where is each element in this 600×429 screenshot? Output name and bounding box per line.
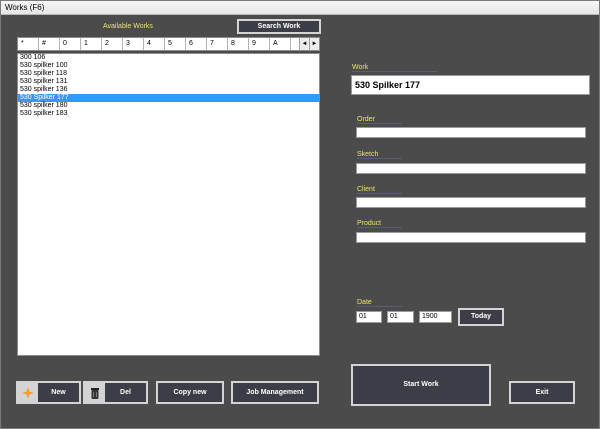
tab-7[interactable]: 7 (207, 38, 228, 50)
exit-button[interactable]: Exit (509, 381, 575, 404)
list-item[interactable]: 300 106 (18, 54, 319, 62)
scroll-right-arrow-icon[interactable]: ► (309, 38, 319, 50)
tab-scroll-arrows: ◄ ► (299, 38, 319, 50)
date-month-field[interactable]: 01 (387, 311, 414, 323)
work-field[interactable]: 530 Spilker 177 (351, 75, 590, 95)
list-item[interactable]: 530 spilker 118 (18, 70, 319, 78)
date-label: Date (357, 299, 372, 306)
client-label-underline (357, 193, 402, 194)
tab-star[interactable]: * (18, 38, 39, 50)
copy-new-button[interactable]: Copy new (156, 381, 224, 404)
tab-hash[interactable]: # (39, 38, 60, 50)
date-label-underline (357, 306, 402, 307)
sketch-label-underline (357, 158, 402, 159)
date-day-field[interactable]: 01 (356, 311, 382, 323)
alphabet-tab-bar: * # 0 1 2 3 4 5 6 7 8 9 A ◄ ► (17, 37, 320, 51)
works-list[interactable]: 300 106 530 spilker 100 530 spilker 118 … (17, 53, 320, 356)
available-works-label: Available Works (103, 23, 153, 30)
del-button-label: Del (120, 389, 131, 396)
tab-6[interactable]: 6 (186, 38, 207, 50)
sketch-label: Sketch (357, 151, 379, 158)
start-work-button[interactable]: Start Work (351, 364, 491, 406)
list-item[interactable]: 530 spilker 136 (18, 86, 319, 94)
client-label: Client (357, 186, 375, 193)
product-label: Product (357, 220, 382, 227)
date-year-field[interactable]: 1900 (419, 311, 452, 323)
today-button[interactable]: Today (458, 308, 504, 326)
client-field[interactable] (356, 197, 586, 208)
tab-4[interactable]: 4 (144, 38, 165, 50)
search-work-button[interactable]: Search Work (237, 19, 321, 34)
tab-0[interactable]: 0 (60, 38, 81, 50)
product-field[interactable] (356, 232, 586, 243)
product-label-underline (357, 227, 402, 228)
scroll-left-arrow-icon[interactable]: ◄ (299, 38, 309, 50)
sketch-field[interactable] (356, 163, 586, 174)
new-button[interactable]: New (16, 381, 81, 404)
works-window: Works (F6) Available Works Search Work *… (0, 0, 600, 429)
tab-3[interactable]: 3 (123, 38, 144, 50)
list-item[interactable]: 530 spilker 100 (18, 62, 319, 70)
del-button[interactable]: Del (83, 381, 148, 404)
work-label: Work (352, 64, 369, 71)
tab-9[interactable]: 9 (249, 38, 270, 50)
list-item[interactable]: 530 spilker 180 (18, 102, 319, 110)
tab-5[interactable]: 5 (165, 38, 186, 50)
list-item[interactable]: 530 spilker 183 (18, 110, 319, 118)
new-button-label: New (51, 389, 66, 396)
window-title: Works (F6) (1, 1, 599, 15)
order-label: Order (357, 116, 375, 123)
trash-bin-icon (85, 383, 105, 402)
order-label-underline (357, 123, 402, 124)
tab-1[interactable]: 1 (81, 38, 102, 50)
tab-8[interactable]: 8 (228, 38, 249, 50)
order-field[interactable] (356, 127, 586, 138)
tab-2[interactable]: 2 (102, 38, 123, 50)
job-management-button[interactable]: Job Management (231, 381, 319, 404)
plus-star-icon (18, 383, 38, 402)
list-item[interactable]: 530 spilker 131 (18, 78, 319, 86)
work-label-underline (352, 71, 437, 72)
list-item-selected[interactable]: 530 Spilker 177 (18, 94, 319, 102)
tab-a[interactable]: A (270, 38, 291, 50)
